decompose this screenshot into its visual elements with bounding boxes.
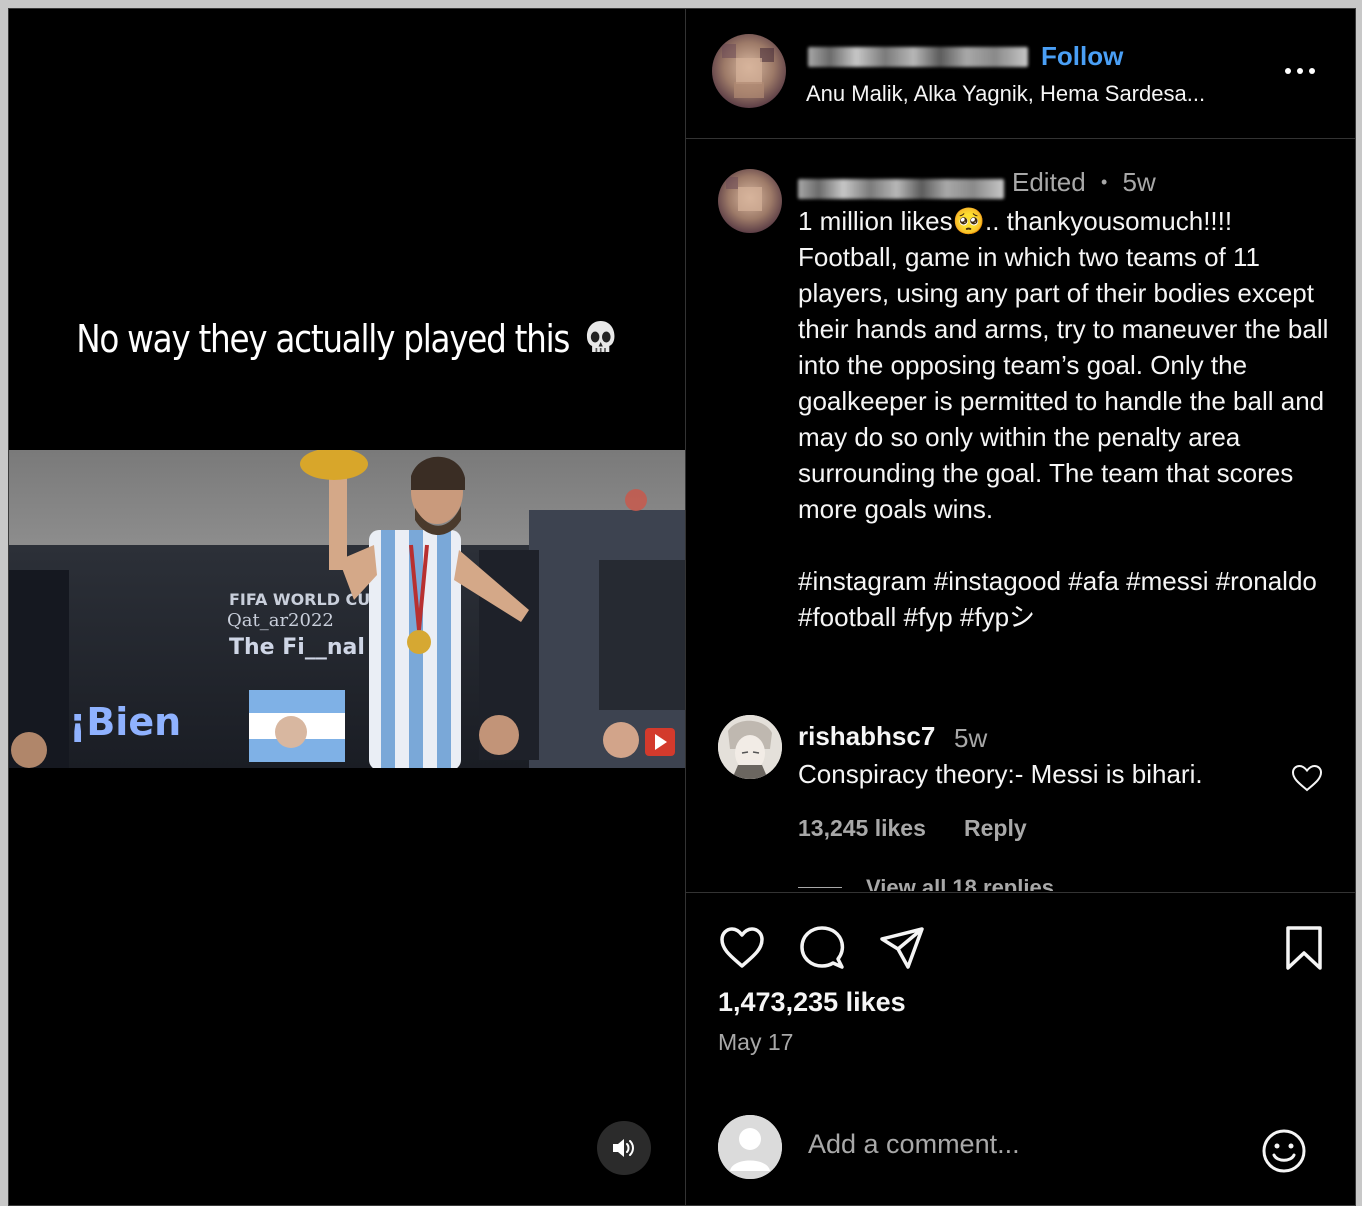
post-side-panel: Follow Anu Malik, Alka Yagnik, Hema Sard…	[686, 9, 1355, 1205]
caption-username-redacted[interactable]	[798, 179, 1004, 199]
video-frame[interactable]: FIFA WORLD CUP Qat_ar2022 The Fi__nal ¡B…	[9, 450, 685, 768]
view-replies-button[interactable]: View all 18 replies	[866, 875, 1054, 891]
video-still-image: FIFA WORLD CUP Qat_ar2022 The Fi__nal ¡B…	[9, 450, 685, 768]
default-avatar-icon	[718, 1115, 782, 1179]
caption-author-avatar[interactable]	[718, 169, 782, 233]
banner-line-4: ¡Bien	[69, 700, 181, 744]
post-date: May 17	[718, 1029, 794, 1055]
author-username-redacted[interactable]	[808, 47, 1028, 67]
speaker-icon	[613, 1139, 634, 1157]
comments-scroll-area[interactable]: Edited • 5w 1 million likes🥺.. thankyous…	[686, 139, 1355, 891]
audio-attribution[interactable]: Anu Malik, Alka Yagnik, Hema Sardesa...	[806, 81, 1205, 107]
commenter-avatar[interactable]	[718, 715, 782, 779]
post-likes-count[interactable]: 1,473,235 likes	[718, 987, 906, 1018]
meta-separator: •	[1100, 172, 1108, 192]
media-overlay-caption: No way they actually played this	[56, 317, 637, 361]
post-modal: No way they actually played this FIFA WO…	[8, 8, 1356, 1206]
follow-button[interactable]: Follow	[1041, 41, 1123, 72]
caption-time: 5w	[1122, 167, 1156, 197]
post-header: Follow Anu Malik, Alka Yagnik, Hema Sard…	[686, 9, 1355, 139]
comment-time: 5w	[954, 723, 988, 753]
comment-text: Conspiracy theory:- Messi is bihari.	[798, 759, 1203, 789]
emoji-picker-icon[interactable]	[1260, 1127, 1308, 1175]
author-avatar[interactable]	[712, 34, 786, 108]
comment-bubble-icon[interactable]	[798, 925, 846, 971]
caption-text: 1 million likes🥺.. thankyousomuch!!!! Fo…	[798, 206, 1329, 632]
like-heart-icon[interactable]	[718, 925, 766, 971]
comment-likes-count[interactable]: 13,245 likes	[798, 815, 926, 842]
anime-avatar-image	[718, 715, 782, 779]
pixelated-face	[722, 44, 774, 98]
skull-icon	[586, 321, 615, 352]
commenter-username[interactable]: rishabhsc7	[798, 721, 935, 752]
replies-divider	[798, 887, 842, 888]
post-actions: 1,473,235 likes May 17	[686, 892, 1355, 1206]
banner-line-2: Qat_ar2022	[227, 610, 334, 631]
banner-line-3: The Fi__nal	[229, 635, 365, 660]
add-comment-input[interactable]	[808, 1129, 1228, 1160]
save-bookmark-icon[interactable]	[1280, 925, 1328, 971]
caption-meta: Edited • 5w	[1012, 167, 1156, 198]
current-user-avatar	[718, 1115, 782, 1179]
edited-label: Edited	[1012, 167, 1086, 197]
overlay-text: No way they actually played this	[76, 317, 570, 361]
comment-reply-button[interactable]: Reply	[964, 815, 1027, 842]
post-media[interactable]: No way they actually played this FIFA WO…	[9, 9, 685, 1205]
pixelated-face	[726, 177, 762, 211]
volume-button[interactable]	[597, 1121, 651, 1175]
comment-like-heart-icon[interactable]	[1290, 763, 1324, 793]
more-options-icon[interactable]	[1282, 61, 1318, 81]
share-send-icon[interactable]	[878, 925, 926, 971]
